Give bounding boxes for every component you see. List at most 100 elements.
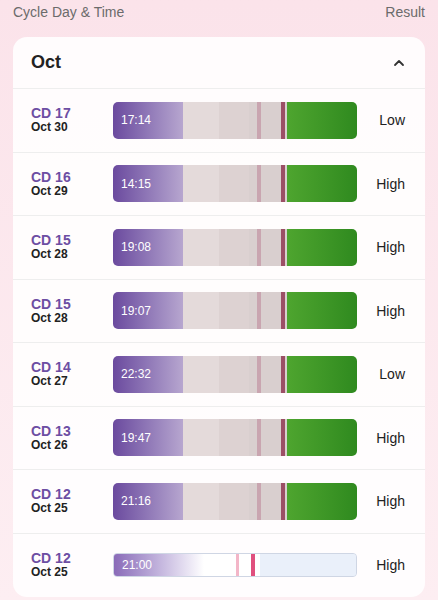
strip-window: [183, 229, 287, 266]
strip-handle: 14:15: [113, 165, 183, 202]
date: Oct 28: [31, 312, 113, 326]
strip-end: [287, 419, 357, 456]
month-header[interactable]: Oct: [13, 37, 425, 89]
strip-window: [183, 483, 287, 520]
control-line: [257, 419, 261, 456]
day-cell: CD 15Oct 28: [31, 232, 113, 262]
test-strip[interactable]: 19:47: [113, 419, 357, 456]
test-strip[interactable]: 21:00: [113, 553, 357, 577]
test-strip[interactable]: 21:16: [113, 483, 357, 520]
strip-end: [287, 356, 357, 393]
result: High: [376, 303, 405, 319]
result-cell: High: [357, 299, 411, 323]
test-line: [281, 292, 285, 329]
result-cell: High: [357, 172, 411, 196]
day-cell: CD 14Oct 27: [31, 359, 113, 389]
strip-pad: [219, 356, 249, 393]
list-header: Cycle Day & Time Result: [0, 0, 438, 24]
result-row[interactable]: CD 16Oct 2914:15 High: [13, 153, 425, 217]
control-line: [236, 554, 239, 576]
strip-pad: [219, 165, 249, 202]
strip-pad: [183, 165, 219, 202]
control-line: [257, 229, 261, 266]
strip-end: [260, 554, 356, 576]
date: Oct 29: [31, 185, 113, 199]
strip-pad: [183, 356, 219, 393]
result: High: [376, 239, 405, 255]
chevron-icon[interactable]: [391, 55, 407, 71]
day-cell: CD 12Oct 25: [31, 550, 113, 580]
cycle-day: CD 17: [31, 105, 113, 121]
test-line: [281, 165, 285, 202]
day-cell: CD 17Oct 30: [31, 105, 113, 135]
date: Oct 28: [31, 248, 113, 262]
test-strip[interactable]: 19:07: [113, 292, 357, 329]
result-row[interactable]: CD 12Oct 2521:16 High: [13, 470, 425, 534]
strip-pad: [219, 292, 249, 329]
cycle-day: CD 12: [31, 486, 113, 502]
test-line: [281, 419, 285, 456]
strip-pad: [219, 229, 249, 266]
test-strip[interactable]: 17:14: [113, 102, 357, 139]
result-cell: High: [357, 553, 411, 577]
result: High: [376, 557, 405, 573]
result-cell: High: [357, 235, 411, 259]
result: Low: [379, 366, 405, 382]
column-label: Result: [385, 2, 425, 23]
strip-window: [183, 356, 287, 393]
test-line: [281, 356, 285, 393]
test-line: [281, 483, 285, 520]
date: Oct 26: [31, 439, 113, 453]
test-strip[interactable]: 14:15: [113, 165, 357, 202]
result-row[interactable]: CD 15Oct 28 19:08 High: [13, 216, 425, 280]
control-line: [257, 102, 261, 139]
result-row[interactable]: CD 12Oct 25 21:00 High: [13, 534, 425, 598]
result: High: [376, 176, 405, 192]
test-line: [281, 102, 285, 139]
strip-pad: [219, 483, 249, 520]
strip-handle: 19:08: [113, 229, 183, 266]
control-line: [257, 483, 261, 520]
test-strip[interactable]: 19:08: [113, 229, 357, 266]
result-cell: High: [357, 489, 411, 513]
day-cell: CD 13Oct 26: [31, 423, 113, 453]
column-label: Cycle Day & Time: [13, 2, 124, 23]
result-row[interactable]: CD 13Oct 2619:47 High: [13, 407, 425, 471]
result-row[interactable]: CD 14Oct 27 22:32 Low: [13, 343, 425, 407]
result: Low: [379, 112, 405, 128]
test-strip[interactable]: 22:32: [113, 356, 357, 393]
strip-pad: [183, 229, 219, 266]
time: 19:07: [121, 302, 151, 320]
cycle-day: CD 15: [31, 296, 113, 312]
day-cell: CD 12Oct 25: [31, 486, 113, 516]
strip-pad: [183, 102, 219, 139]
result-cell: Low: [357, 108, 411, 132]
month-card: Oct CD 17Oct 3017:14 Low CD 16Oct 2914:15 Hi…: [13, 37, 425, 597]
strip-handle: 21:00: [114, 554, 204, 576]
strip-window: [183, 419, 287, 456]
result-row[interactable]: CD 15Oct 28 19:07 High: [13, 280, 425, 344]
result-cell: High: [357, 426, 411, 450]
strip-end: [287, 483, 357, 520]
date: Oct 27: [31, 375, 113, 389]
strip-pad: [219, 102, 249, 139]
test-line: [251, 554, 255, 576]
strip-handle: 21:16: [113, 483, 183, 520]
cycle-day: CD 13: [31, 423, 113, 439]
strip-end: [287, 102, 357, 139]
control-line: [257, 292, 261, 329]
result: High: [376, 430, 405, 446]
result-row[interactable]: CD 17Oct 3017:14 Low: [13, 89, 425, 153]
day-cell: CD 16Oct 29: [31, 169, 113, 199]
day-cell: CD 15Oct 28: [31, 296, 113, 326]
time: 22:32: [121, 365, 151, 383]
cycle-day: CD 15: [31, 232, 113, 248]
strip-handle: 19:47: [113, 419, 183, 456]
time: 21:00: [122, 556, 152, 574]
control-line: [257, 165, 261, 202]
month-label: Oct: [31, 49, 61, 76]
strip-end: [287, 165, 357, 202]
date: Oct 30: [31, 121, 113, 135]
time: 19:08: [121, 238, 151, 256]
result: High: [376, 493, 405, 509]
